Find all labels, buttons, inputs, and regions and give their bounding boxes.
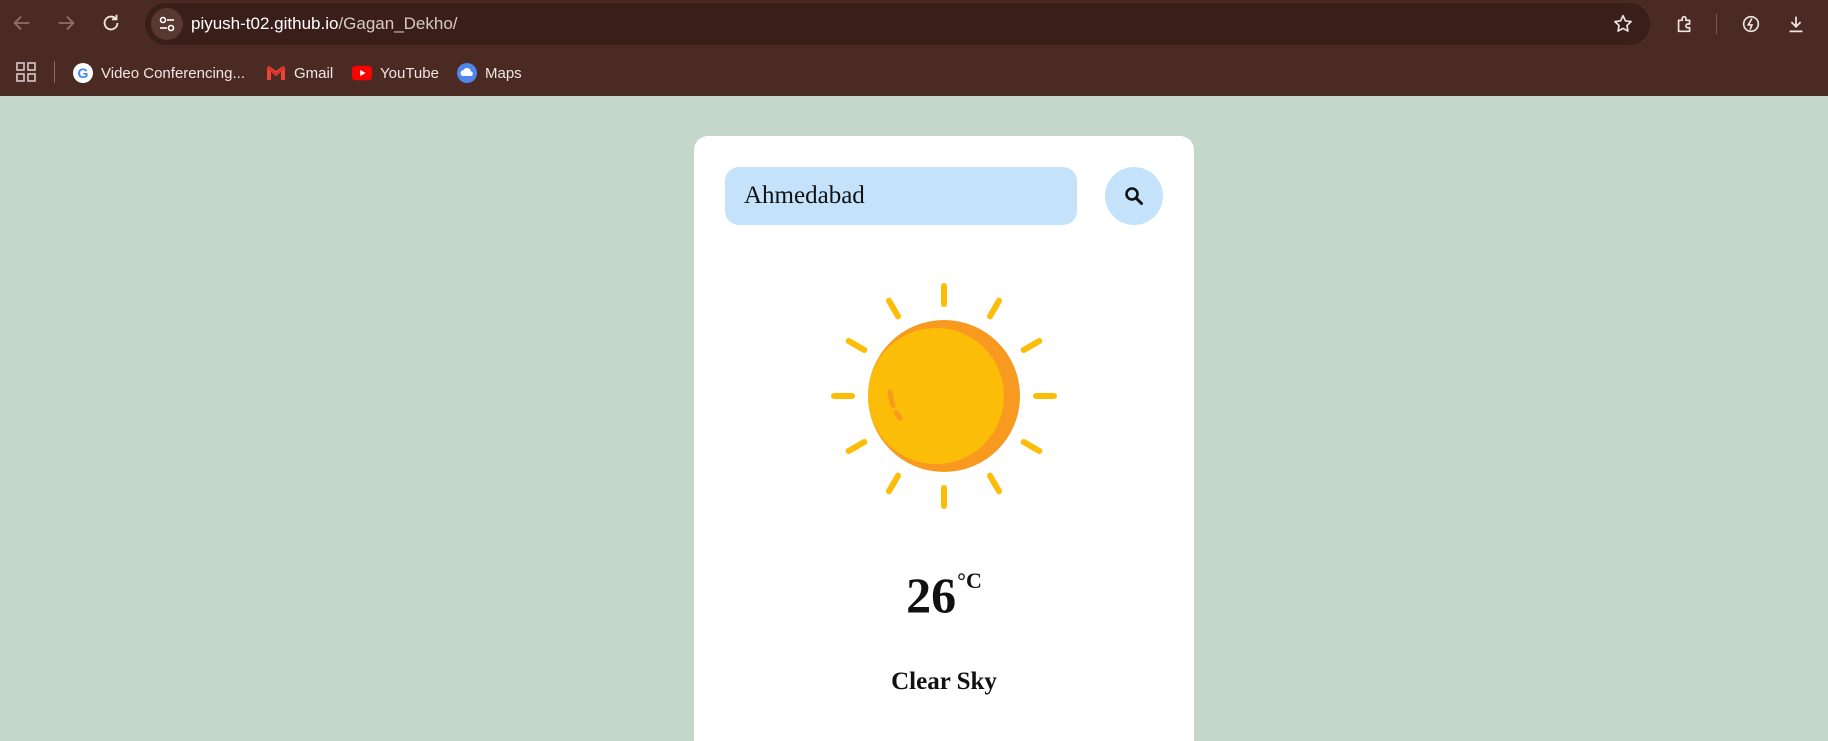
url-path: /Gagan_Dekho/ bbox=[338, 14, 458, 33]
energy-saver-icon bbox=[1742, 15, 1760, 33]
bookmarks-divider bbox=[54, 61, 55, 83]
bookmark-star-icon[interactable] bbox=[1612, 13, 1634, 35]
site-info-button[interactable] bbox=[151, 8, 183, 40]
city-search-input[interactable] bbox=[725, 167, 1077, 225]
reload-icon bbox=[103, 14, 119, 31]
arrow-left-icon bbox=[13, 15, 30, 31]
maps-icon bbox=[457, 63, 477, 83]
toolbar-divider bbox=[1716, 14, 1717, 34]
tune-icon bbox=[159, 16, 175, 32]
weather-card: 26°C Clear Sky bbox=[694, 136, 1194, 741]
temperature-display: 26°C bbox=[694, 566, 1194, 624]
apps-grid-icon[interactable] bbox=[16, 62, 36, 82]
back-button[interactable] bbox=[8, 9, 36, 37]
bookmark-youtube[interactable]: YouTube bbox=[352, 60, 439, 86]
extensions-button[interactable] bbox=[1673, 12, 1697, 36]
search-button[interactable] bbox=[1105, 167, 1163, 225]
bookmark-maps[interactable]: Maps bbox=[457, 60, 522, 86]
youtube-icon bbox=[352, 63, 372, 83]
url-host: piyush-t02.github.io bbox=[191, 14, 339, 33]
bookmark-label: Maps bbox=[485, 64, 522, 82]
svg-text:G: G bbox=[78, 65, 89, 81]
bookmarks-bar: G Video Conferencing... Gmail YouTube Ma… bbox=[0, 50, 1828, 96]
bookmark-label: Video Conferencing... bbox=[101, 64, 245, 82]
browser-toolbar: piyush-t02.github.io/Gagan_Dekho/ bbox=[0, 0, 1828, 50]
search-icon bbox=[1125, 187, 1143, 205]
arrow-right-icon bbox=[58, 15, 75, 31]
url-text[interactable]: piyush-t02.github.io/Gagan_Dekho/ bbox=[191, 14, 458, 34]
performance-button[interactable] bbox=[1739, 12, 1763, 36]
reload-button[interactable] bbox=[97, 9, 125, 37]
download-icon bbox=[1789, 16, 1803, 33]
downloads-button[interactable] bbox=[1784, 12, 1808, 36]
temperature-unit: °C bbox=[957, 568, 982, 593]
bookmark-label: Gmail bbox=[294, 64, 334, 82]
google-icon: G bbox=[73, 63, 93, 83]
sun-icon bbox=[831, 283, 1057, 509]
bookmark-video-conferencing[interactable]: G Video Conferencing... bbox=[73, 60, 245, 86]
gmail-icon bbox=[266, 63, 286, 83]
bookmark-label: YouTube bbox=[380, 64, 439, 82]
address-bar[interactable]: piyush-t02.github.io/Gagan_Dekho/ bbox=[145, 3, 1650, 45]
forward-button[interactable] bbox=[52, 9, 80, 37]
puzzle-icon bbox=[1677, 15, 1691, 33]
bookmark-gmail[interactable]: Gmail bbox=[266, 60, 333, 86]
weather-description: Clear Sky bbox=[891, 668, 997, 695]
temperature-value: 26 bbox=[906, 567, 957, 623]
